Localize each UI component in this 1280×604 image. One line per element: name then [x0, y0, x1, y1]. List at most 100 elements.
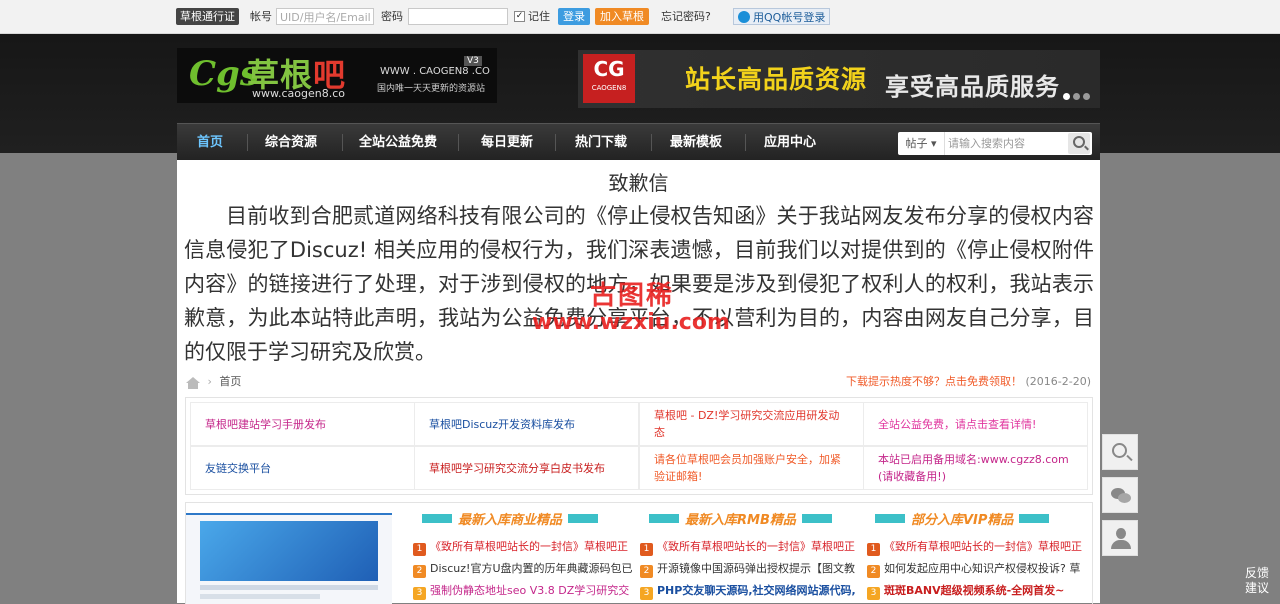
list-item[interactable]: 1 《致所有草根吧站长的一封信》草根吧正 — [867, 536, 1089, 558]
banner-text-2: 享受高品质服务 — [885, 73, 1060, 101]
list-item[interactable]: 1 《致所有草根吧站长的一封信》草根吧正 — [413, 536, 639, 558]
remember-checkbox[interactable]: ✓ — [514, 11, 525, 22]
passport-label: 草根通行证 — [176, 8, 239, 25]
search-icon — [1073, 136, 1085, 148]
nav-item-app-center[interactable]: 应用中心 — [755, 124, 825, 161]
user-icon — [1111, 540, 1131, 549]
watermark-url: www.wzxiu.com — [532, 310, 730, 335]
search-button[interactable] — [1068, 133, 1090, 154]
nav-divider — [651, 134, 652, 151]
column-heading-vip: 部分入库VIP精品 — [875, 507, 1050, 529]
nav-item-free[interactable]: 全站公益免费 — [352, 124, 444, 161]
nav-item-templates[interactable]: 最新模板 — [661, 124, 731, 161]
column-heading-rmb: 最新入库RMB精品 — [649, 507, 832, 529]
logo-url: www.caogen8.co — [252, 87, 345, 100]
notice-date: (2016-2-20) — [1025, 375, 1091, 388]
login-button[interactable]: 登录 — [558, 8, 590, 25]
download-notice-link[interactable]: 下载提示热度不够？点击免费领取！ — [846, 375, 1022, 388]
nav-item-hot-downloads[interactable]: 热门下载 — [565, 124, 637, 161]
search-icon — [1112, 443, 1127, 458]
search-type-label: 帖子 — [905, 137, 928, 150]
password-label: 密码 — [381, 10, 403, 23]
download-notice: 下载提示热度不够？点击免费领取！ (2016-2-20) — [846, 373, 1091, 389]
logo-version: V3 — [464, 56, 482, 66]
nav-item-daily[interactable]: 每日更新 — [468, 124, 546, 161]
qq-login-label: 用QQ帐号登录 — [753, 11, 826, 24]
announcement-link[interactable]: 草根吧 - DZ!学习研究交流应用研发动态 — [639, 402, 864, 446]
announcement-link[interactable]: 草根吧学习研究交流分享白皮书发布 — [414, 446, 639, 490]
forgot-password-link[interactable]: 忘记密码? — [661, 8, 711, 25]
banner-dot[interactable] — [1073, 93, 1080, 100]
nav-item-resources[interactable]: 综合资源 — [257, 124, 325, 161]
site-screenshot-thumbnail[interactable] — [186, 503, 392, 604]
breadcrumb: › 首页 — [186, 373, 241, 389]
nav-divider — [458, 134, 459, 151]
column-list-rmb: 1 《致所有草根吧站长的一封信》草根吧正 2 开源镜像中国源码弹出授权提示【图文教 … — [640, 536, 866, 602]
list-item[interactable]: 2 如何发起应用中心知识产权侵权投诉? 草 — [867, 558, 1089, 580]
thumbnail-banner — [200, 521, 378, 581]
banner-dot[interactable] — [1063, 93, 1070, 100]
heading-bar-left — [422, 513, 452, 523]
list-item[interactable]: 2 Discuz!官方U盘内置的历年典藏源码包已 — [413, 558, 639, 580]
heading-bar-right — [568, 513, 599, 523]
heading-bar-right — [801, 513, 832, 523]
announcement-link[interactable]: 全站公益免费，请点击查看详情! — [863, 402, 1088, 446]
heading-bar-left — [875, 513, 905, 523]
announcement-link[interactable]: 草根吧Discuz开发资料库发布 — [414, 402, 639, 446]
thumbnail-header — [186, 503, 392, 515]
heading-bar-right — [1019, 513, 1050, 523]
banner-badge-big: CG — [593, 57, 625, 81]
announcement-link[interactable]: 本站已启用备用域名:www.cgzz8.com (请收藏备用!) — [863, 446, 1088, 490]
list-item[interactable]: 1 《致所有草根吧站长的一封信》草根吧正 — [640, 536, 866, 558]
list-item[interactable]: 3 PHP交友聊天源码,社交网络网站源代码, — [640, 580, 866, 602]
resource-panel: 最新入库商业精品 最新入库RMB精品 部分入库VIP精品 1 《致所有草根吧站长的… — [185, 502, 1093, 604]
floating-toolbar — [1102, 434, 1138, 563]
announcement-link[interactable]: 草根吧建站学习手册发布 — [190, 402, 415, 446]
list-item[interactable]: 2 开源镜像中国源码弹出授权提示【图文教 — [640, 558, 866, 580]
home-icon[interactable] — [186, 377, 200, 389]
main-content: 致歉信 目前收到合肥贰道网络科技有限公司的《停止侵权告知函》关于我站网友发布分享… — [177, 160, 1100, 604]
nav-divider — [555, 134, 556, 151]
nav-divider — [342, 134, 343, 151]
column-heading-commercial: 最新入库商业精品 — [422, 507, 599, 529]
feedback-button[interactable]: 反馈建议 — [1241, 566, 1273, 596]
header-banner-ad[interactable]: CG CAOGEN8 站长高品质资源 享受高品质服务 — [578, 50, 1100, 108]
list-item[interactable]: 3 强制伪静态地址seo V3.8 DZ学习研究交 — [413, 580, 639, 602]
float-search-button[interactable] — [1102, 434, 1138, 470]
nav-item-home[interactable]: 首页 — [185, 124, 235, 161]
qq-login-button[interactable]: 用QQ帐号登录 — [733, 8, 831, 25]
wechat-icon — [1118, 493, 1131, 503]
search-input[interactable]: 请输入搜索内容 — [948, 132, 1063, 155]
banner-pagination — [1060, 89, 1090, 103]
heading-bar-left — [649, 513, 679, 523]
apology-title: 致歉信 — [608, 171, 669, 195]
watermark-text: 古图稀 — [590, 281, 675, 311]
column-list-commercial: 1 《致所有草根吧站长的一封信》草根吧正 2 Discuz!官方U盘内置的历年典藏源… — [413, 536, 639, 602]
float-wechat-button[interactable] — [1102, 477, 1138, 513]
user-icon — [1116, 528, 1126, 539]
float-user-button[interactable] — [1102, 520, 1138, 556]
logo-slogan: 国内唯一天天更新的资源站 — [377, 84, 486, 94]
site-logo[interactable]: Cgs 草根吧 www.caogen8.co WWW . CAOGEN8 .CO… — [177, 48, 497, 103]
password-input[interactable] — [408, 8, 508, 25]
account-input[interactable]: UID/用户名/Email — [276, 8, 374, 25]
join-button[interactable]: 加入草根 — [595, 8, 649, 25]
qq-icon — [738, 11, 750, 23]
search-type-select[interactable]: 帖子 ▾ — [898, 132, 945, 155]
banner-text-1: 站长高品质资源 — [685, 65, 868, 94]
nav-divider — [247, 134, 248, 151]
column-list-vip: 1 《致所有草根吧站长的一封信》草根吧正 2 如何发起应用中心知识产权侵权投诉? 草… — [867, 536, 1089, 602]
breadcrumb-home[interactable]: 首页 — [219, 375, 241, 388]
breadcrumb-separator: › — [207, 375, 212, 388]
announcement-link[interactable]: 请各位草根吧会员加强账户安全，加紧验证邮箱! — [639, 446, 864, 490]
logo-tag-url: WWW . CAOGEN8 .CO — [380, 66, 490, 77]
announcement-link[interactable]: 友链交换平台 — [190, 446, 415, 490]
banner-badge-small: CAOGEN8 — [591, 84, 627, 92]
login-bar: 草根通行证 帐号 UID/用户名/Email 密码 ✓ 记住 登录 加入草根 忘… — [0, 0, 1280, 34]
search-box: 帖子 ▾ 请输入搜索内容 — [898, 132, 1092, 155]
account-label: 帐号 — [250, 10, 272, 23]
thumbnail-line — [200, 594, 320, 599]
banner-dot[interactable] — [1083, 93, 1090, 100]
list-item[interactable]: 3 斑斑BANV超级视频系统-全网首发~ — [867, 580, 1089, 602]
announcement-grid: 草根吧建站学习手册发布 草根吧Discuz开发资料库发布 草根吧 - DZ!学习… — [185, 397, 1093, 495]
